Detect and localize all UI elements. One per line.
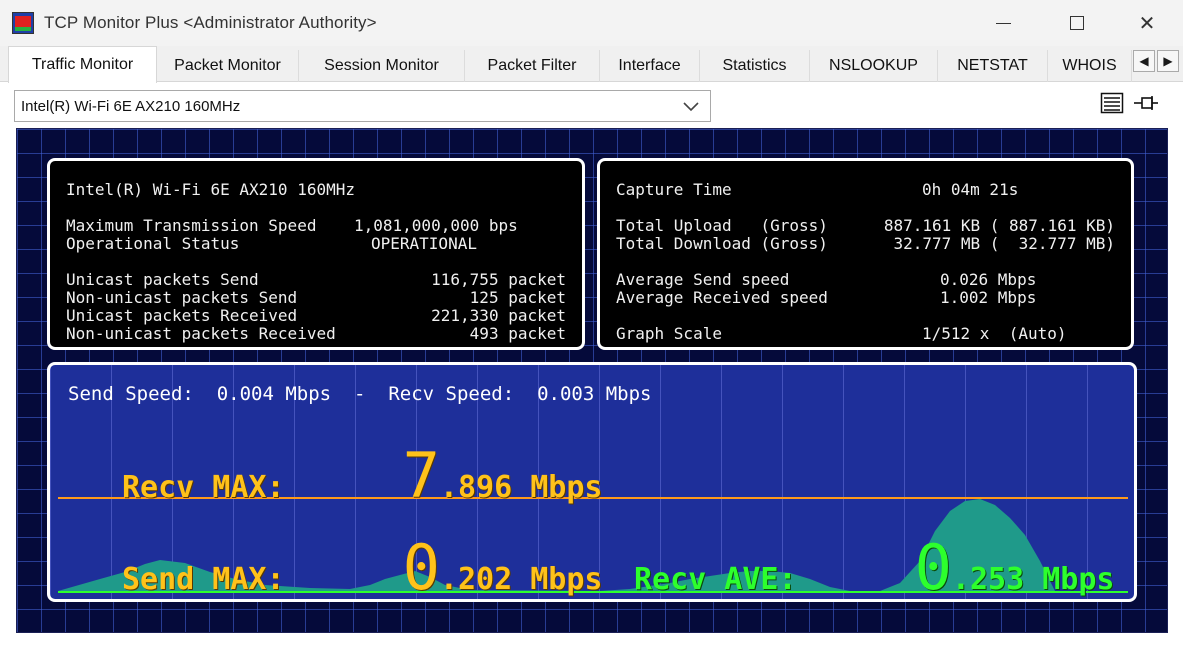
list-icon	[1100, 92, 1124, 114]
title-bar[interactable]: TCP Monitor Plus <Administrator Authorit…	[0, 0, 1183, 46]
recv-ave-readout: Recv AVE: 0.253 Mbps	[634, 531, 1115, 602]
tab-netstat[interactable]: NETSTAT	[938, 50, 1048, 82]
tab-traffic-monitor[interactable]: Traffic Monitor	[8, 46, 157, 83]
info-row: Capture Time 0h 04m 21s	[616, 180, 1019, 199]
info-row: Unicast packets Received 221,330 packet	[66, 306, 566, 325]
tab-scroll-right-icon[interactable]: ▶	[1157, 50, 1179, 72]
info-row: Total Download (Gross) 32.777 MB ( 32.777…	[616, 234, 1115, 253]
recv-max-readout: Recv MAX: 7.896 Mbps	[122, 439, 603, 512]
window-title: TCP Monitor Plus <Administrator Authorit…	[44, 13, 377, 32]
tab-interface[interactable]: Interface	[600, 50, 700, 82]
send-max-readout: Send MAX: 0.202 Mbps	[122, 531, 603, 602]
info-row: Non-unicast packets Received 493 packet	[66, 324, 566, 343]
info-row: Non-unicast packets Send 125 packet	[66, 288, 566, 307]
current-speed-readout: Send Speed: 0.004 Mbps - Recv Speed: 0.0…	[68, 383, 652, 405]
traffic-graph: Send Speed: 0.004 Mbps - Recv Speed: 0.0…	[47, 362, 1137, 602]
capture-panel: Capture Time 0h 04m 21s Total Upload (Gro…	[597, 158, 1134, 350]
close-button[interactable]: ✕	[1112, 0, 1182, 46]
interface-panel: Intel(R) Wi-Fi 6E AX210 160MHz Maximum T…	[47, 158, 585, 350]
pin-icon	[1134, 96, 1158, 110]
info-row: Average Send speed 0.026 Mbps	[616, 270, 1037, 289]
app-icon	[12, 12, 34, 34]
list-view-button[interactable]	[1099, 90, 1125, 116]
close-icon: ✕	[1138, 12, 1156, 35]
minimize-button[interactable]	[968, 0, 1038, 46]
tab-whois[interactable]: WHOIS	[1048, 50, 1132, 82]
adapter-select-value: Intel(R) Wi-Fi 6E AX210 160MHz	[21, 97, 241, 115]
chevron-down-icon	[683, 102, 699, 112]
info-row: Maximum Transmission Speed 1,081,000,000 …	[66, 216, 518, 235]
tab-bar: Traffic Monitor Packet Monitor Session M…	[0, 46, 1183, 83]
info-row: Total Upload (Gross) 887.161 KB ( 887.161…	[616, 216, 1115, 235]
minimize-icon	[995, 22, 1011, 24]
info-row: Average Received speed 1.002 Mbps	[616, 288, 1037, 307]
tab-session-monitor[interactable]: Session Monitor	[299, 50, 465, 82]
tab-statistics[interactable]: Statistics	[700, 50, 810, 82]
tab-nslookup[interactable]: NSLOOKUP	[810, 50, 938, 82]
maximize-button[interactable]	[1042, 0, 1112, 46]
tab-scroll-left-icon[interactable]: ◀	[1133, 50, 1155, 72]
info-row: Operational Status OPERATIONAL	[66, 234, 477, 253]
pin-button[interactable]	[1133, 90, 1159, 116]
tab-scroll: ◀ ▶	[1133, 50, 1179, 72]
tab-packet-filter[interactable]: Packet Filter	[465, 50, 600, 82]
toolbar: Intel(R) Wi-Fi 6E AX210 160MHz	[0, 82, 1183, 126]
maximize-icon	[1070, 16, 1084, 30]
tab-packet-monitor[interactable]: Packet Monitor	[157, 50, 299, 82]
info-row: Graph Scale 1/512 x (Auto)	[616, 324, 1067, 343]
interface-name: Intel(R) Wi-Fi 6E AX210 160MHz	[66, 180, 355, 199]
adapter-select[interactable]: Intel(R) Wi-Fi 6E AX210 160MHz	[14, 90, 711, 122]
info-row: Unicast packets Send 116,755 packet	[66, 270, 566, 289]
